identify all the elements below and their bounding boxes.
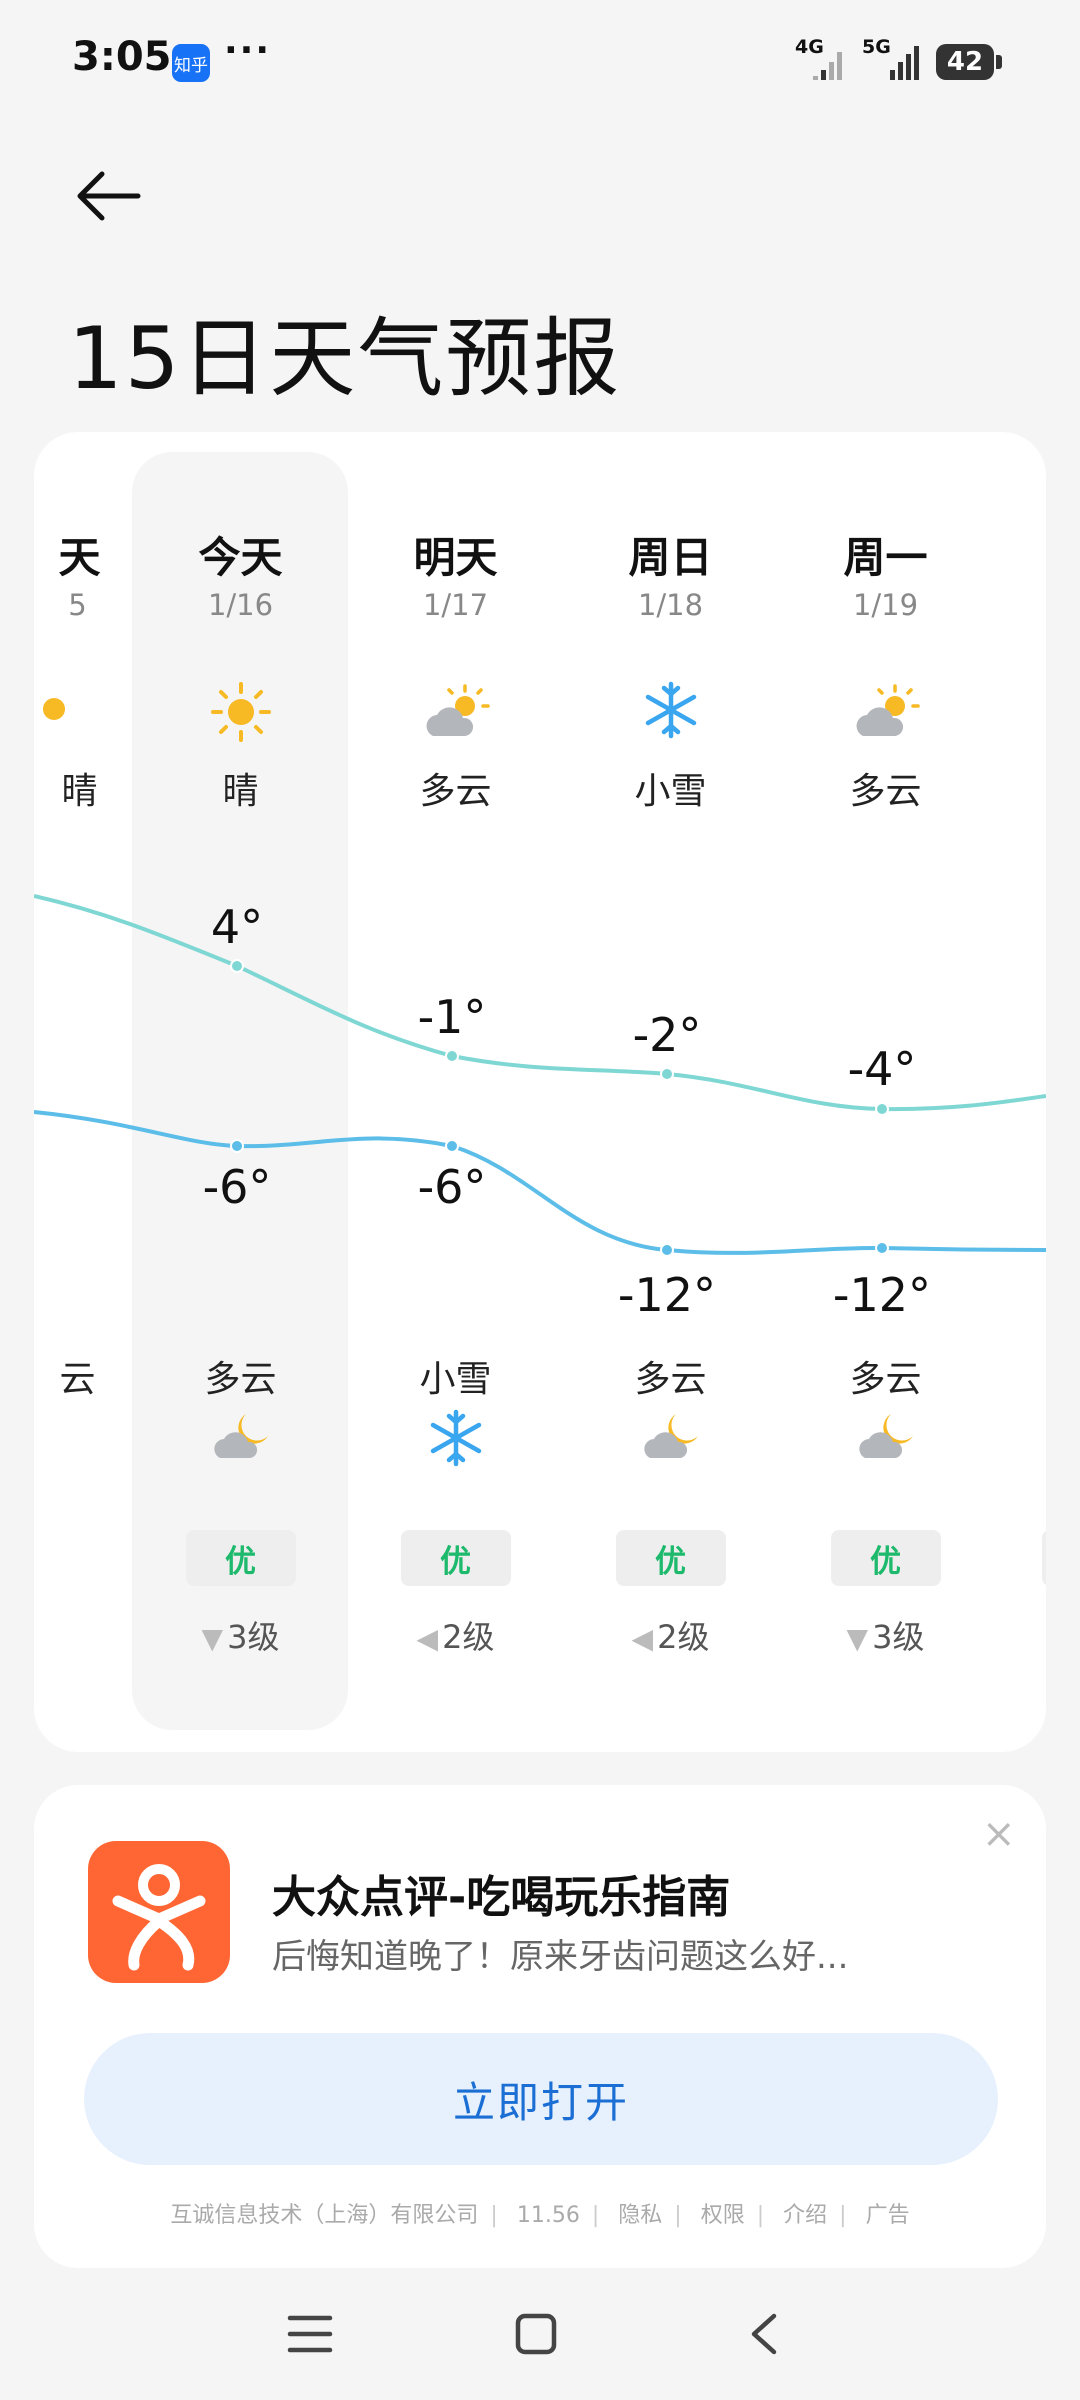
high-temp-point	[445, 1049, 459, 1063]
ad-subtitle[interactable]: 后悔知道晚了！原来牙齿问题这么好...	[272, 1929, 848, 1978]
high-temp: 4°	[210, 900, 264, 954]
signal-4g-icon: 4G	[795, 36, 842, 80]
home-icon[interactable]	[514, 2312, 558, 2360]
ad-title[interactable]: 大众点评-吃喝玩乐指南	[272, 1861, 730, 1925]
high-temp: -1°	[417, 990, 487, 1044]
low-temp-line	[34, 1110, 1046, 1255]
high-temp: -4°	[847, 1042, 917, 1096]
battery-tip	[996, 55, 1002, 69]
ad-intro-link[interactable]: 介绍	[783, 2203, 827, 2228]
forecast-card[interactable]: 天 5 晴 云 今天 1/16 晴 多云 优 ▼ 3级 明天 1/17 多云 小…	[34, 432, 1046, 1752]
back-icon[interactable]	[744, 2312, 784, 2360]
low-temp-point	[230, 1139, 244, 1153]
ad-card[interactable]: 大众点评-吃喝玩乐指南 后悔知道晚了！原来牙齿问题这么好... × 立即打开 互…	[34, 1785, 1046, 2268]
low-temp-point	[875, 1241, 889, 1255]
ad-privacy-link[interactable]: 隐私	[618, 2203, 662, 2228]
ad-company: 互诚信息技术（上海）有限公司	[170, 2203, 479, 2228]
close-icon[interactable]: ×	[982, 1811, 1016, 1857]
high-temp-point	[660, 1067, 674, 1081]
status-time: 3:05	[72, 34, 172, 80]
menu-icon[interactable]	[286, 2312, 334, 2360]
back-arrow-icon[interactable]	[72, 168, 152, 228]
zhihu-app-icon: 知乎	[172, 44, 210, 82]
low-temp-point	[445, 1139, 459, 1153]
more-notifications-icon: ···	[224, 30, 272, 71]
low-temp: -12°	[617, 1268, 717, 1322]
open-now-button[interactable]: 立即打开	[84, 2033, 998, 2165]
low-temp: -6°	[202, 1160, 272, 1214]
page-title: 15日天气预报	[68, 309, 622, 409]
ad-permissions-link[interactable]: 权限	[701, 2203, 745, 2228]
low-temp: -12°	[832, 1268, 932, 1322]
ad-footer: 互诚信息技术（上海）有限公司 | 11.56 | 隐私 | 权限 | 介绍 | 广告	[170, 2203, 910, 2228]
high-temp: -2°	[632, 1008, 702, 1062]
high-temp-point	[230, 959, 244, 973]
signal-5g-icon: 5G	[862, 36, 919, 80]
ad-label: 广告	[865, 2203, 910, 2228]
low-temp: -6°	[417, 1160, 487, 1214]
ad-version: 11.56	[516, 2203, 580, 2228]
high-temp-point	[875, 1102, 889, 1116]
dianping-logo-icon[interactable]	[88, 1841, 230, 1983]
low-temp-point	[660, 1243, 674, 1257]
battery-icon: 42	[936, 44, 994, 80]
